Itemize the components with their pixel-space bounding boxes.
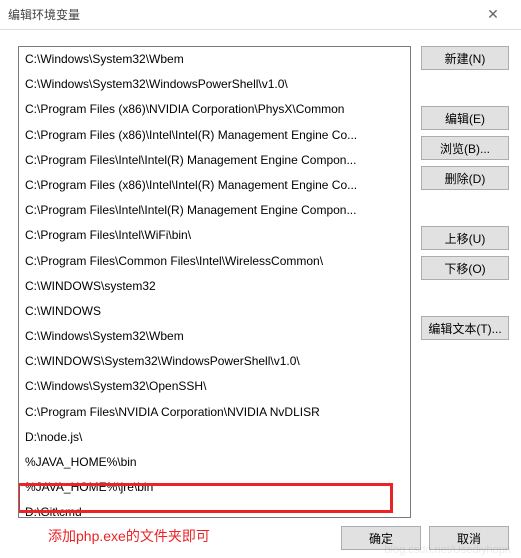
- list-item[interactable]: C:\WINDOWS\system32: [19, 274, 410, 299]
- move-up-button[interactable]: 上移(U): [421, 226, 509, 250]
- list-item[interactable]: %JAVA_HOME%\jre\bin: [19, 475, 410, 500]
- list-item[interactable]: C:\Windows\System32\Wbem: [19, 324, 410, 349]
- list-item[interactable]: C:\Windows\System32\OpenSSH\: [19, 374, 410, 399]
- list-item[interactable]: C:\Program Files (x86)\Intel\Intel(R) Ma…: [19, 173, 410, 198]
- path-listbox[interactable]: C:\Windows\System32\Wbem C:\Windows\Syst…: [18, 46, 411, 518]
- new-button[interactable]: 新建(N): [421, 46, 509, 70]
- button-sidebar: 新建(N) 编辑(E) 浏览(B)... 删除(D) 上移(U) 下移(O) 编…: [421, 46, 509, 508]
- list-item[interactable]: D:\node.js\: [19, 425, 410, 450]
- close-button[interactable]: ✕: [473, 1, 513, 29]
- footer-buttons: 确定 取消: [341, 526, 509, 550]
- list-item[interactable]: C:\Program Files\Intel\Intel(R) Manageme…: [19, 148, 410, 173]
- list-item[interactable]: C:\Windows\System32\Wbem: [19, 47, 410, 72]
- dialog-title: 编辑环境变量: [8, 6, 473, 23]
- list-item[interactable]: C:\Program Files\NVIDIA Corporation\NVID…: [19, 400, 410, 425]
- list-item[interactable]: C:\WINDOWS\System32\WindowsPowerShell\v1…: [19, 349, 410, 374]
- spacer: [421, 196, 509, 220]
- list-item[interactable]: D:\Git\cmd: [19, 500, 410, 518]
- list-item[interactable]: C:\Program Files\Intel\Intel(R) Manageme…: [19, 198, 410, 223]
- list-item[interactable]: C:\Program Files (x86)\NVIDIA Corporatio…: [19, 97, 410, 122]
- edit-text-button[interactable]: 编辑文本(T)...: [421, 316, 509, 340]
- ok-button[interactable]: 确定: [341, 526, 421, 550]
- titlebar: 编辑环境变量 ✕: [0, 0, 521, 30]
- list-item[interactable]: C:\WINDOWS: [19, 299, 410, 324]
- cancel-button[interactable]: 取消: [429, 526, 509, 550]
- annotation-text: 添加php.exe的文件夹即可: [48, 526, 210, 546]
- spacer: [421, 76, 509, 100]
- list-item[interactable]: C:\Windows\System32\WindowsPowerShell\v1…: [19, 72, 410, 97]
- spacer: [421, 286, 509, 310]
- list-item[interactable]: C:\Program Files\Intel\WiFi\bin\: [19, 223, 410, 248]
- list-item[interactable]: C:\Program Files (x86)\Intel\Intel(R) Ma…: [19, 123, 410, 148]
- list-item[interactable]: C:\Program Files\Common Files\Intel\Wire…: [19, 249, 410, 274]
- move-down-button[interactable]: 下移(O): [421, 256, 509, 280]
- delete-button[interactable]: 删除(D): [421, 166, 509, 190]
- browse-button[interactable]: 浏览(B)...: [421, 136, 509, 160]
- content-area: C:\Windows\System32\Wbem C:\Windows\Syst…: [0, 30, 521, 508]
- edit-button[interactable]: 编辑(E): [421, 106, 509, 130]
- close-icon: ✕: [487, 6, 499, 23]
- list-item[interactable]: %JAVA_HOME%\bin: [19, 450, 410, 475]
